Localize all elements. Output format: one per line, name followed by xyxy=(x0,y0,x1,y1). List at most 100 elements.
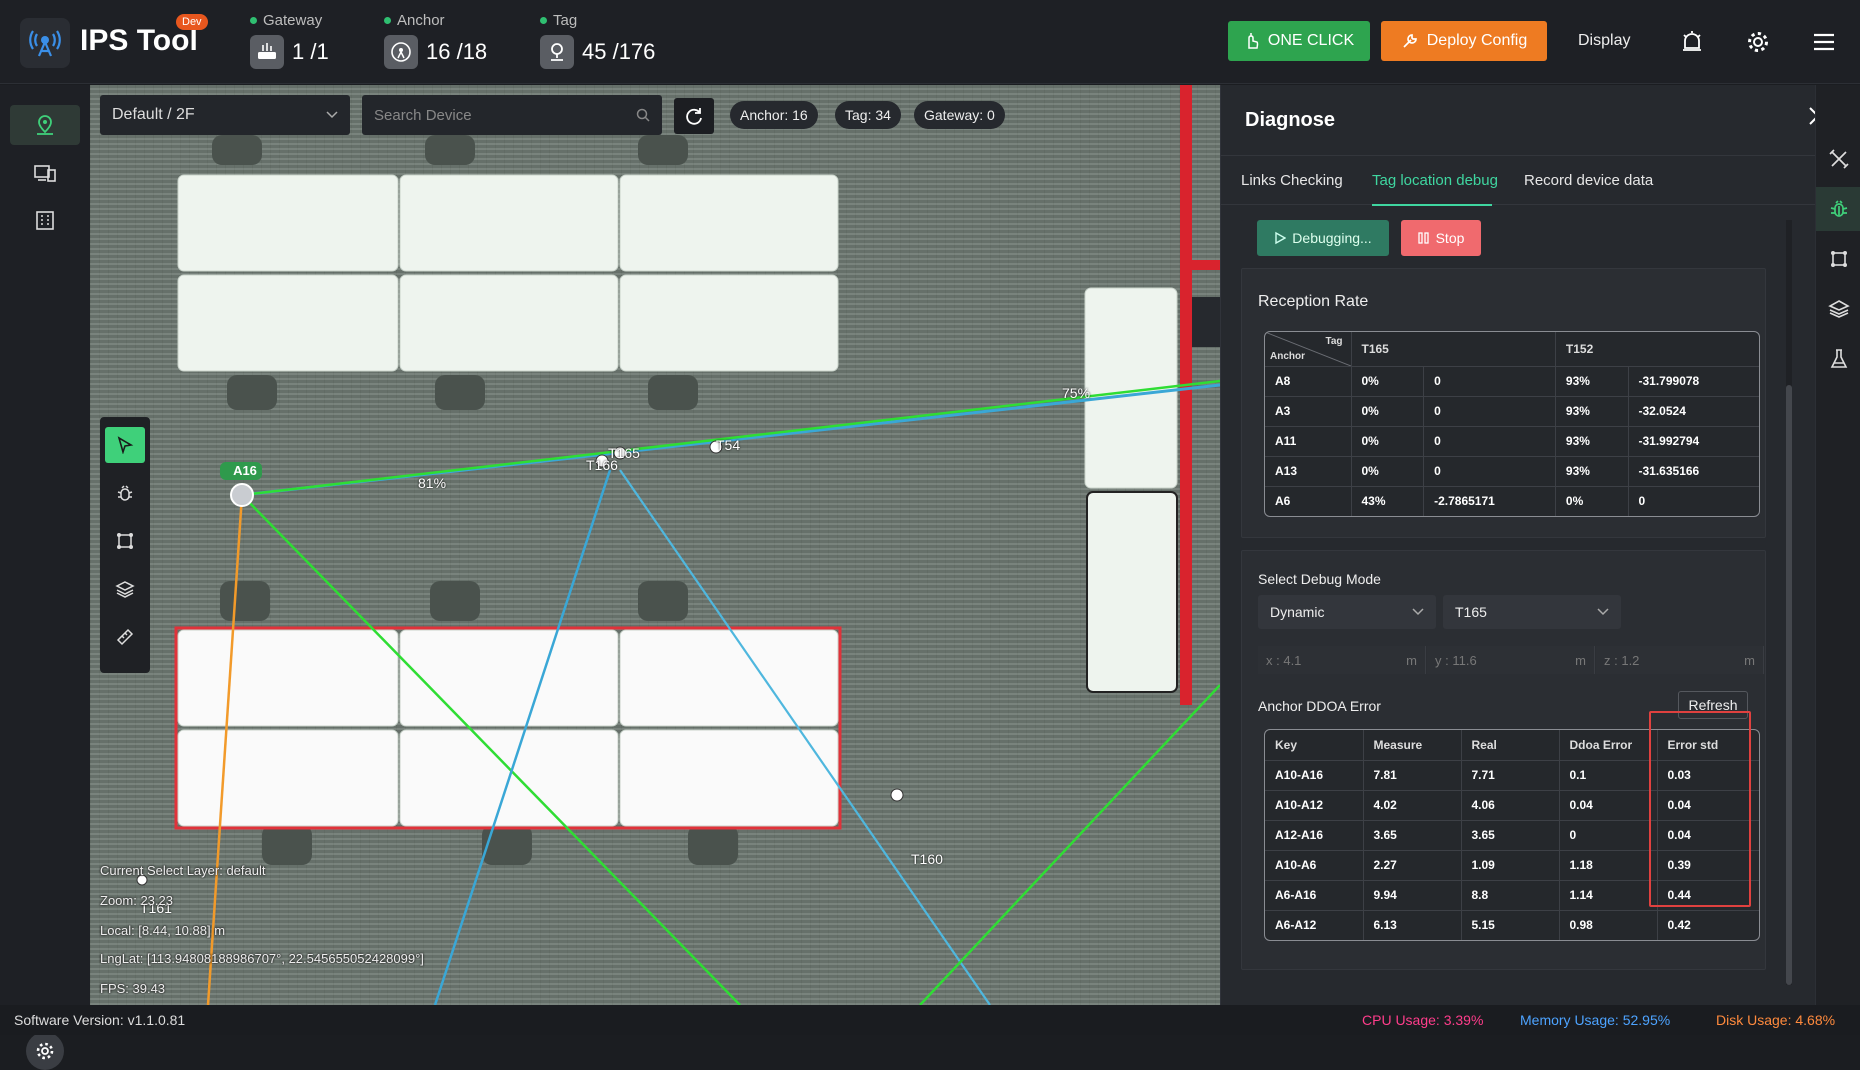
z-coord-value: z : 1.2 xyxy=(1604,652,1640,668)
reception-rate-table: Tag Anchor T165 T152 A8 0% 0 93% -31.799078 … xyxy=(1264,331,1760,517)
floor-select[interactable]: Default / 2F xyxy=(100,95,350,135)
unit-label: m xyxy=(1744,652,1755,668)
stop-button[interactable]: Stop xyxy=(1401,220,1481,256)
table-cell: A3 xyxy=(1265,396,1352,427)
table-cell: A8 xyxy=(1265,366,1352,397)
table-cell: A6-A12 xyxy=(1265,910,1364,940)
ruler-icon[interactable] xyxy=(105,619,145,655)
chevron-down-icon xyxy=(1412,608,1424,616)
table-cell: -31.635166 xyxy=(1628,456,1759,487)
tag-t54-label[interactable]: T54 xyxy=(716,437,740,453)
table-cell: 7.71 xyxy=(1461,760,1560,791)
table-cell: 0 xyxy=(1423,456,1556,487)
alarm-icon[interactable] xyxy=(1678,28,1706,56)
tab-links-checking[interactable]: Links Checking xyxy=(1241,172,1343,189)
settings-gear-icon[interactable] xyxy=(1744,28,1772,56)
search-input[interactable] xyxy=(374,106,614,124)
flask-icon[interactable] xyxy=(1816,337,1860,381)
device-search[interactable] xyxy=(362,95,662,135)
table-cell: 3.65 xyxy=(1461,820,1560,851)
gateway-icon xyxy=(250,35,284,69)
left-nav xyxy=(0,85,90,1070)
area-select-icon[interactable] xyxy=(1816,237,1860,281)
layers-icon[interactable] xyxy=(1816,287,1860,331)
tab-record-device-data[interactable]: Record device data xyxy=(1524,172,1653,189)
local-coords-info: Local: [8.44, 10.88] m xyxy=(100,923,226,938)
panel-scrollbar-thumb[interactable] xyxy=(1786,385,1792,985)
anchor-label: Anchor xyxy=(397,12,445,29)
nav-building-icon[interactable] xyxy=(10,200,80,240)
table-cell: A12-A16 xyxy=(1265,820,1364,851)
refresh-icon xyxy=(686,108,702,125)
gateway-stat: Gateway 1 /1 xyxy=(250,12,329,69)
deploy-config-button[interactable]: Deploy Config xyxy=(1381,21,1547,61)
y-coord-field[interactable]: y : 11.6 m xyxy=(1427,646,1595,674)
play-icon xyxy=(1275,231,1287,245)
app-logo-icon xyxy=(20,18,70,68)
panel-title: Diagnose xyxy=(1245,109,1336,131)
nav-map-icon[interactable] xyxy=(10,105,80,145)
top-bar: IPS Tool Dev Gateway 1 /1 Anchor 16 /18 … xyxy=(0,0,1860,84)
cpu-usage: CPU Usage: 3.39% xyxy=(1362,1012,1484,1028)
table-cell: 0 xyxy=(1423,396,1556,427)
display-menu[interactable]: Display xyxy=(1578,32,1630,50)
table-cell: -31.992794 xyxy=(1628,426,1759,457)
unit-label: m xyxy=(1575,652,1586,668)
floor-map[interactable]: A16 81% 75% T165 T166 T54 T160 T161 Defa… xyxy=(90,85,1220,1005)
table-cell: A13 xyxy=(1265,456,1352,487)
debug-mode-select[interactable]: Dynamic xyxy=(1258,595,1436,629)
debug-mode-value: Dynamic xyxy=(1270,604,1325,620)
anchor-icon xyxy=(384,35,418,69)
tag-t166-label[interactable]: T166 xyxy=(586,457,618,473)
coordinate-inputs: x : 4.1 m y : 11.6 m z : 1.2 m xyxy=(1258,646,1764,674)
table-cell: 0% xyxy=(1351,396,1425,427)
map-refresh-button[interactable] xyxy=(674,98,714,134)
memory-usage: Memory Usage: 52.95% xyxy=(1520,1012,1671,1028)
reception-rate-card: Reception Rate Tag Anchor T165 T152 A8 0%… xyxy=(1241,268,1766,538)
anchor-count-pill: Anchor: 16 xyxy=(730,101,818,129)
lnglat-info: LngLat: [113.94808188986707°, 22.5456550… xyxy=(100,951,424,966)
corner-tag-label: Tag xyxy=(1325,336,1343,347)
debug-controls: Debugging... Stop xyxy=(1241,220,1766,270)
hamburger-menu-icon[interactable] xyxy=(1810,28,1838,56)
table-cell: 0% xyxy=(1351,366,1425,397)
column-header: T165 xyxy=(1351,332,1556,367)
nav-devices-icon[interactable] xyxy=(10,153,80,193)
column-header: Measure xyxy=(1363,730,1462,761)
tag-count: 45 /176 xyxy=(582,39,656,64)
layers-icon[interactable] xyxy=(105,571,145,607)
software-version: Software Version: v1.1.0.81 xyxy=(14,1012,186,1028)
map-toolbox xyxy=(100,417,150,673)
tab-tag-location-debug[interactable]: Tag location debug xyxy=(1372,172,1498,189)
gateway-label: Gateway xyxy=(263,12,323,29)
debug-bug-icon[interactable] xyxy=(1816,187,1860,231)
chevron-down-icon xyxy=(1597,608,1609,616)
anchor-stat: Anchor 16 /18 xyxy=(384,12,487,69)
wall-red xyxy=(1180,85,1192,705)
table-cell: A11 xyxy=(1265,426,1352,457)
table-cell: 5.15 xyxy=(1461,910,1560,940)
tools-icon[interactable] xyxy=(1816,137,1860,181)
debug-tag-value: T165 xyxy=(1455,604,1487,620)
table-cell: -31.799078 xyxy=(1628,366,1759,397)
debugging-button[interactable]: Debugging... xyxy=(1257,220,1389,256)
column-header: Ddoa Error xyxy=(1559,730,1658,761)
debug-tag-select[interactable]: T165 xyxy=(1443,595,1621,629)
nav-settings-gear-icon[interactable] xyxy=(26,1032,64,1070)
y-coord-value: y : 11.6 xyxy=(1435,652,1477,668)
deploy-config-label: Deploy Config xyxy=(1426,32,1528,49)
debug-bug-icon[interactable] xyxy=(105,475,145,511)
one-click-button[interactable]: ONE CLICK xyxy=(1228,21,1370,61)
anchor-a16-marker[interactable] xyxy=(230,483,254,507)
select-pointer-icon[interactable] xyxy=(105,427,145,463)
table-row: A11 0% 0 93% -31.992794 xyxy=(1265,426,1759,457)
table-cell: 3.65 xyxy=(1363,820,1462,851)
gateway-count-pill: Gateway: 0 xyxy=(914,101,1005,129)
anchor-a16-label: A16 xyxy=(233,463,257,478)
table-cell: 1.18 xyxy=(1559,850,1658,881)
area-select-icon[interactable] xyxy=(105,523,145,559)
table-cell: 6.13 xyxy=(1363,910,1462,940)
tag-t160-label[interactable]: T160 xyxy=(911,851,943,867)
z-coord-field[interactable]: z : 1.2 m xyxy=(1596,646,1764,674)
x-coord-field[interactable]: x : 4.1 m xyxy=(1258,646,1426,674)
